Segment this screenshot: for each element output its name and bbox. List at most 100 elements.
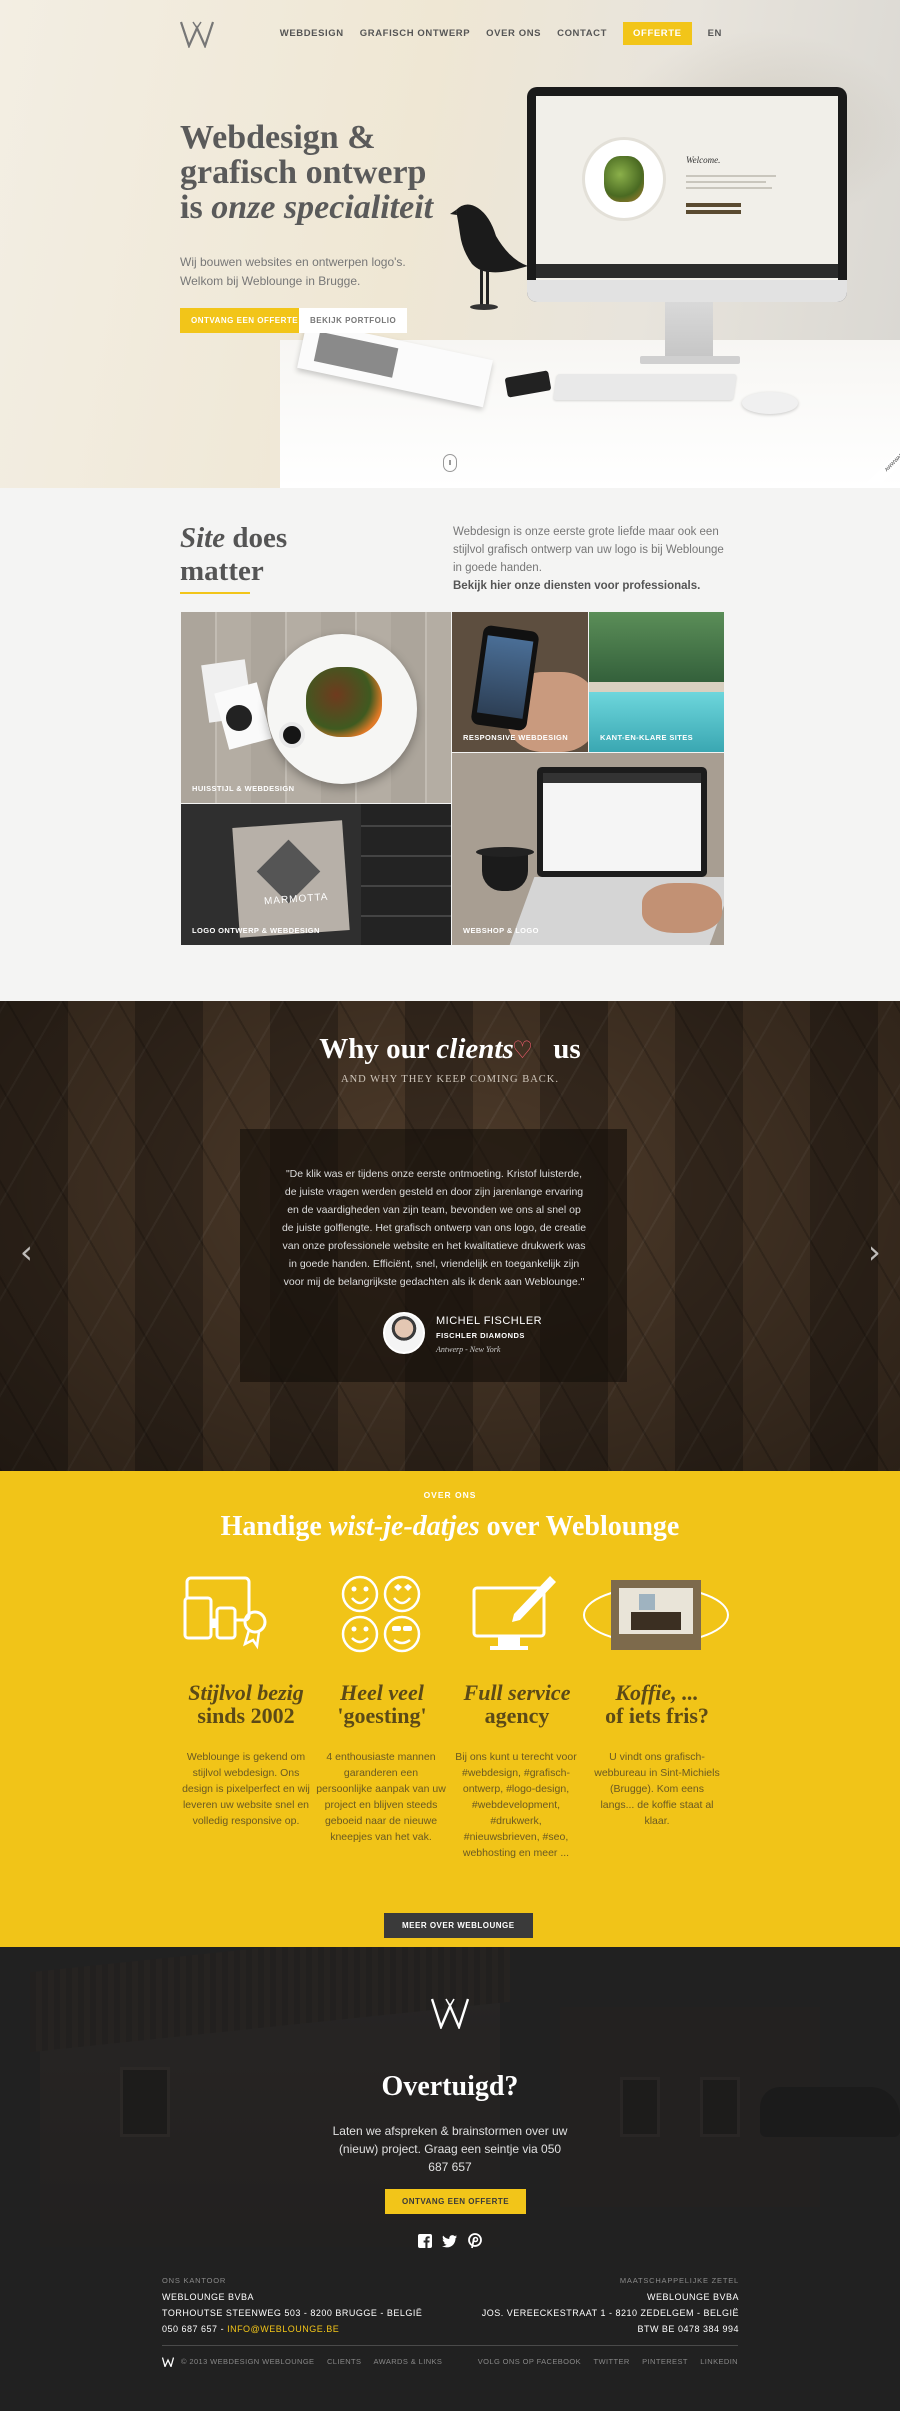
- intro-text: Webdesign is onze eerste grote liefde ma…: [453, 523, 728, 595]
- weblounge-small-logo[interactable]: [162, 2357, 174, 2367]
- screen-welcome-text: Welcome.: [686, 155, 721, 165]
- scroll-down-icon[interactable]: [443, 454, 457, 472]
- testimonial-title-b: us: [553, 1033, 581, 1065]
- intro-title-underline: [180, 592, 250, 594]
- chevron-right-icon[interactable]: ›: [868, 1233, 881, 1271]
- about-title-a: Handige: [220, 1511, 322, 1542]
- hero-offerte-button[interactable]: ONTVANG EEN OFFERTE: [180, 308, 310, 333]
- twitter-icon[interactable]: [442, 2233, 458, 2249]
- hero-title-line2: grafisch ontwerp: [180, 154, 427, 191]
- footer-link-linkedin[interactable]: LINKEDIN: [700, 2357, 738, 2366]
- registered-address: MAATSCHAPPELIJKE ZETEL WEBLOUNGE BVBA JO…: [482, 2273, 739, 2337]
- footer-left-links: © 2013 WEBDESIGN WEBLOUNGE CLIENTS AWARD…: [181, 2357, 452, 2366]
- hero-title-emphasis: onze specialiteit: [211, 189, 434, 226]
- weblounge-logo[interactable]: [180, 20, 214, 48]
- nav-over-ons[interactable]: OVER ONS: [486, 28, 541, 39]
- portfolio-tile-label: RESPONSIVE WEBDESIGN: [463, 733, 569, 742]
- footer-link-clients[interactable]: CLIENTS: [327, 2357, 361, 2366]
- imac-base: [640, 356, 740, 364]
- weblounge-footer-logo: [431, 1998, 469, 2029]
- facebook-icon[interactable]: [417, 2233, 433, 2249]
- intro-services-link[interactable]: Bekijk hier onze diensten voor professio…: [453, 580, 700, 592]
- about-title: Handige wist-je-datjes over Weblounge: [0, 1511, 900, 1543]
- footer-divider: [162, 2345, 738, 2346]
- feature-title-emphasis: Heel veel: [340, 1680, 424, 1705]
- screen-text-line: [686, 187, 772, 189]
- footer-link-facebook[interactable]: VOLG ONS OP FACEBOOK: [478, 2357, 581, 2366]
- social-links: [417, 2233, 483, 2249]
- nav-grafisch-ontwerp[interactable]: GRAFISCH ONTWERP: [360, 28, 470, 39]
- nav-webdesign[interactable]: WEBDESIGN: [280, 28, 344, 39]
- portfolio-tile-label: LOGO ONTWERP & WEBDESIGN: [192, 926, 320, 935]
- registered-vat: BTW BE 0478 384 994: [637, 2324, 739, 2334]
- feature-text: Weblounge is gekend om stijlvol webdesig…: [182, 1751, 310, 1827]
- feature-text: Bij ons kunt u terecht voor #webdesign, …: [455, 1751, 577, 1859]
- office-company-name: WEBLOUNGE BVBA: [162, 2292, 255, 2302]
- smileys-icon: [341, 1575, 421, 1653]
- portfolio-tile-huisstijl[interactable]: HUISSTIJL & WEBDESIGN: [181, 612, 451, 803]
- office-separator: -: [217, 2324, 228, 2334]
- hero-section: Welcome. WEBDESIGN GRAFISCH ONTWERP OVER…: [0, 0, 900, 488]
- feature-title-line2: agency: [484, 1703, 550, 1728]
- about-title-b: over Weblounge: [486, 1511, 680, 1542]
- contact-offerte-button[interactable]: ONTVANG EEN OFFERTE: [385, 2189, 527, 2214]
- feature-text: 4 enthousiaste mannen garanderen een per…: [316, 1751, 446, 1843]
- chevron-left-icon[interactable]: ‹: [20, 1233, 33, 1271]
- screen-text-line: [686, 181, 766, 183]
- testimonial-quote: "De klik was er tijdens onze eerste ontm…: [281, 1168, 587, 1288]
- devices-icon: [183, 1576, 267, 1650]
- feature-title: Koffie, ... of iets fris?: [577, 1681, 737, 1727]
- portfolio-tile-webshop[interactable]: WEBSHOP & LOGO: [452, 753, 724, 945]
- registered-street: JOS. VEREECKESTRAAT 1 - 8210 ZEDELGEM - …: [481, 2308, 739, 2318]
- office-email-link[interactable]: INFO@WEBLOUNGE.BE: [227, 2324, 339, 2334]
- testimonial-title-a: Why our: [319, 1033, 430, 1065]
- contact-text: Laten we afspreken & brainstormen over u…: [332, 2124, 568, 2174]
- heart-icon: ♡: [511, 1038, 534, 1064]
- feature-title-line2: of iets fris?: [605, 1703, 709, 1728]
- about-more-button[interactable]: MEER OVER WEBLOUNGE: [384, 1913, 533, 1938]
- imac-stand: [665, 302, 713, 360]
- registered-kicker: MAATSCHAPPELIJKE ZETEL: [619, 2276, 739, 2285]
- screen-text-line: [686, 203, 741, 207]
- feature-title-emphasis: Full service: [463, 1680, 571, 1705]
- pinterest-icon[interactable]: [467, 2233, 483, 2249]
- portfolio-tile-label: HUISSTIJL & WEBDESIGN: [192, 784, 295, 793]
- main-nav: WEBDESIGN GRAFISCH ONTWERP OVER ONS CONT…: [280, 22, 722, 45]
- monitor-brush-icon: [472, 1576, 556, 1650]
- nav-contact[interactable]: CONTACT: [557, 28, 607, 39]
- intro-title-rest: does: [232, 522, 288, 554]
- office-photo-icon: [583, 1580, 729, 1650]
- footer-right-links: VOLG ONS OP FACEBOOK TWITTER PINTEREST L…: [468, 2357, 738, 2366]
- feature-title-emphasis: Koffie, ...: [615, 1680, 699, 1705]
- intro-paragraph: Webdesign is onze eerste grote liefde ma…: [453, 526, 724, 574]
- testimonial-title-emphasis: clients: [436, 1033, 514, 1065]
- footer-link-twitter[interactable]: TWITTER: [594, 2357, 630, 2366]
- intro-title: Site does matter: [180, 522, 287, 594]
- footer-link-awards[interactable]: AWARDS & LINKS: [374, 2357, 443, 2366]
- portfolio-tile-kant-en-klaar[interactable]: KANT-EN-KLARE SITES: [589, 612, 724, 752]
- intro-title-line2: matter: [180, 555, 264, 587]
- screen-menu-bar: [536, 264, 838, 278]
- portfolio-tile-label: KANT-EN-KLARE SITES: [600, 733, 694, 742]
- keyboard-image: [553, 374, 737, 400]
- hero-title-line1: Webdesign &: [180, 119, 376, 156]
- footer-link-pinterest[interactable]: PINTEREST: [642, 2357, 688, 2366]
- office-phone[interactable]: 050 687 657: [162, 2324, 218, 2334]
- office-kicker: ONS KANTOOR: [162, 2276, 227, 2285]
- testimonial-subtitle: AND WHY THEY KEEP COMING BACK.: [340, 1074, 560, 1085]
- office-street: TORHOUTSE STEENWEG 503 - 8200 BRUGGE - B…: [162, 2308, 423, 2318]
- office-address: ONS KANTOOR WEBLOUNGE BVBA TORHOUTSE STE…: [162, 2273, 422, 2337]
- nav-language-en[interactable]: EN: [708, 28, 722, 39]
- hero-portfolio-button[interactable]: BEKIJK PORTFOLIO: [299, 308, 408, 333]
- feature-title: Full service agency: [437, 1681, 597, 1727]
- feature-title-line2: 'goesting': [337, 1703, 427, 1728]
- screen-text-line: [686, 210, 741, 214]
- nav-offerte-button[interactable]: OFFERTE: [623, 22, 692, 45]
- testimonial-location: Antwerp - New York: [436, 1345, 501, 1354]
- hero-title-line3: is: [180, 189, 212, 226]
- portfolio-tile-responsive[interactable]: RESPONSIVE WEBDESIGN: [452, 612, 588, 752]
- hero-title: Webdesign & grafisch ontwerp is onze spe…: [180, 120, 480, 225]
- portfolio-tile-logo-ontwerp[interactable]: MARMOTTA LOGO ONTWERP & WEBDESIGN: [181, 804, 451, 945]
- feature-title-line2: sinds 2002: [197, 1703, 295, 1728]
- about-kicker: OVER ONS: [423, 1490, 477, 1500]
